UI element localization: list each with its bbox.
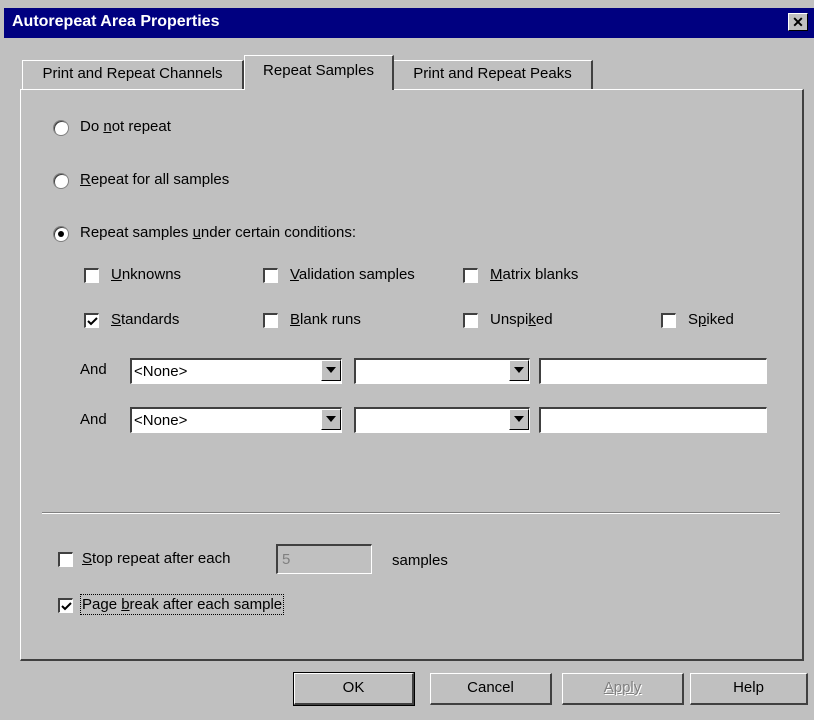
radio-repeat-under-conditions[interactable] <box>53 226 69 242</box>
checkbox-matrix-blanks[interactable] <box>463 268 478 283</box>
checkbox-label-standards: Standards <box>111 311 180 328</box>
radio-do-not-repeat[interactable] <box>53 120 69 136</box>
tab-print-and-repeat-peaks[interactable]: Print and Repeat Peaks <box>393 60 593 89</box>
help-button[interactable]: Help <box>690 673 808 705</box>
title-bar[interactable]: Autorepeat Area Properties ✕ <box>4 8 814 38</box>
checkbox-unspiked[interactable] <box>463 313 478 328</box>
and-field-select-1[interactable]: <None> <box>130 358 342 384</box>
stop-repeat-count-input[interactable]: 5 <box>276 544 372 574</box>
apply-label: Apply <box>603 679 642 696</box>
tab-label: Print and Repeat Channels <box>42 65 223 82</box>
checkbox-unknowns[interactable] <box>84 268 99 283</box>
and-value-input-1[interactable] <box>539 358 767 384</box>
and-operator-select-2[interactable] <box>354 407 530 433</box>
apply-button[interactable]: Apply <box>562 673 684 705</box>
and-value-input-2[interactable] <box>539 407 767 433</box>
stop-repeat-suffix: samples <box>392 552 448 569</box>
and-field-select-2[interactable]: <None> <box>130 407 342 433</box>
cancel-button[interactable]: Cancel <box>430 673 552 705</box>
and-label-2: And <box>80 411 107 428</box>
dropdown-arrow-icon[interactable] <box>509 409 529 430</box>
separator-line <box>42 512 780 514</box>
checkbox-label-blank-runs: Blank runs <box>290 311 361 328</box>
radio-label-repeat-for-all: Repeat for all samples <box>80 171 230 188</box>
stop-repeat-count-value: 5 <box>282 551 291 568</box>
checkbox-label-unknowns: Unknowns <box>111 266 182 283</box>
ok-button[interactable]: OK <box>293 672 415 706</box>
checkbox-label-page-break: Page break after each sample <box>79 594 285 615</box>
help-label: Help <box>733 679 764 696</box>
checkbox-label-stop-repeat: Stop repeat after each <box>82 550 231 567</box>
radio-selected-dot <box>58 231 64 237</box>
close-button[interactable]: ✕ <box>788 13 808 31</box>
checkbox-standards[interactable] <box>84 313 99 328</box>
and-field-value-1: <None> <box>134 363 188 380</box>
checkbox-label-spiked: Spiked <box>688 311 734 328</box>
window-title: Autorepeat Area Properties <box>12 13 220 30</box>
dropdown-arrow-icon[interactable] <box>509 360 529 381</box>
tab-print-and-repeat-channels[interactable]: Print and Repeat Channels <box>22 60 244 89</box>
tab-label: Print and Repeat Peaks <box>413 65 572 82</box>
checkbox-stop-repeat[interactable] <box>58 552 73 567</box>
tab-repeat-samples[interactable]: Repeat Samples <box>244 55 394 90</box>
checkmark-icon <box>87 317 98 326</box>
radio-label-repeat-under-conditions: Repeat samples under certain conditions: <box>80 224 356 241</box>
checkbox-spiked[interactable] <box>661 313 676 328</box>
checkbox-label-unspiked: Unspiked <box>490 311 553 328</box>
cancel-label: Cancel <box>467 679 514 696</box>
checkbox-validation-samples[interactable] <box>263 268 278 283</box>
dialog-window: Autorepeat Area Properties ✕ Print and R… <box>0 0 814 720</box>
checkmark-icon <box>61 602 72 611</box>
checkbox-label-matrix-blanks: Matrix blanks <box>490 266 579 283</box>
ok-label: OK <box>342 679 365 696</box>
checkbox-blank-runs[interactable] <box>263 313 278 328</box>
close-icon: ✕ <box>792 14 804 30</box>
radio-label-do-not-repeat: Do not repeat <box>80 118 171 135</box>
dropdown-arrow-icon[interactable] <box>321 409 341 430</box>
and-field-value-2: <None> <box>134 412 188 429</box>
tab-label: Repeat Samples <box>263 62 374 79</box>
checkbox-page-break[interactable] <box>58 598 73 613</box>
and-label-1: And <box>80 361 107 378</box>
dropdown-arrow-icon[interactable] <box>321 360 341 381</box>
checkbox-label-validation-samples: Validation samples <box>290 266 415 283</box>
radio-repeat-for-all[interactable] <box>53 173 69 189</box>
and-operator-select-1[interactable] <box>354 358 530 384</box>
